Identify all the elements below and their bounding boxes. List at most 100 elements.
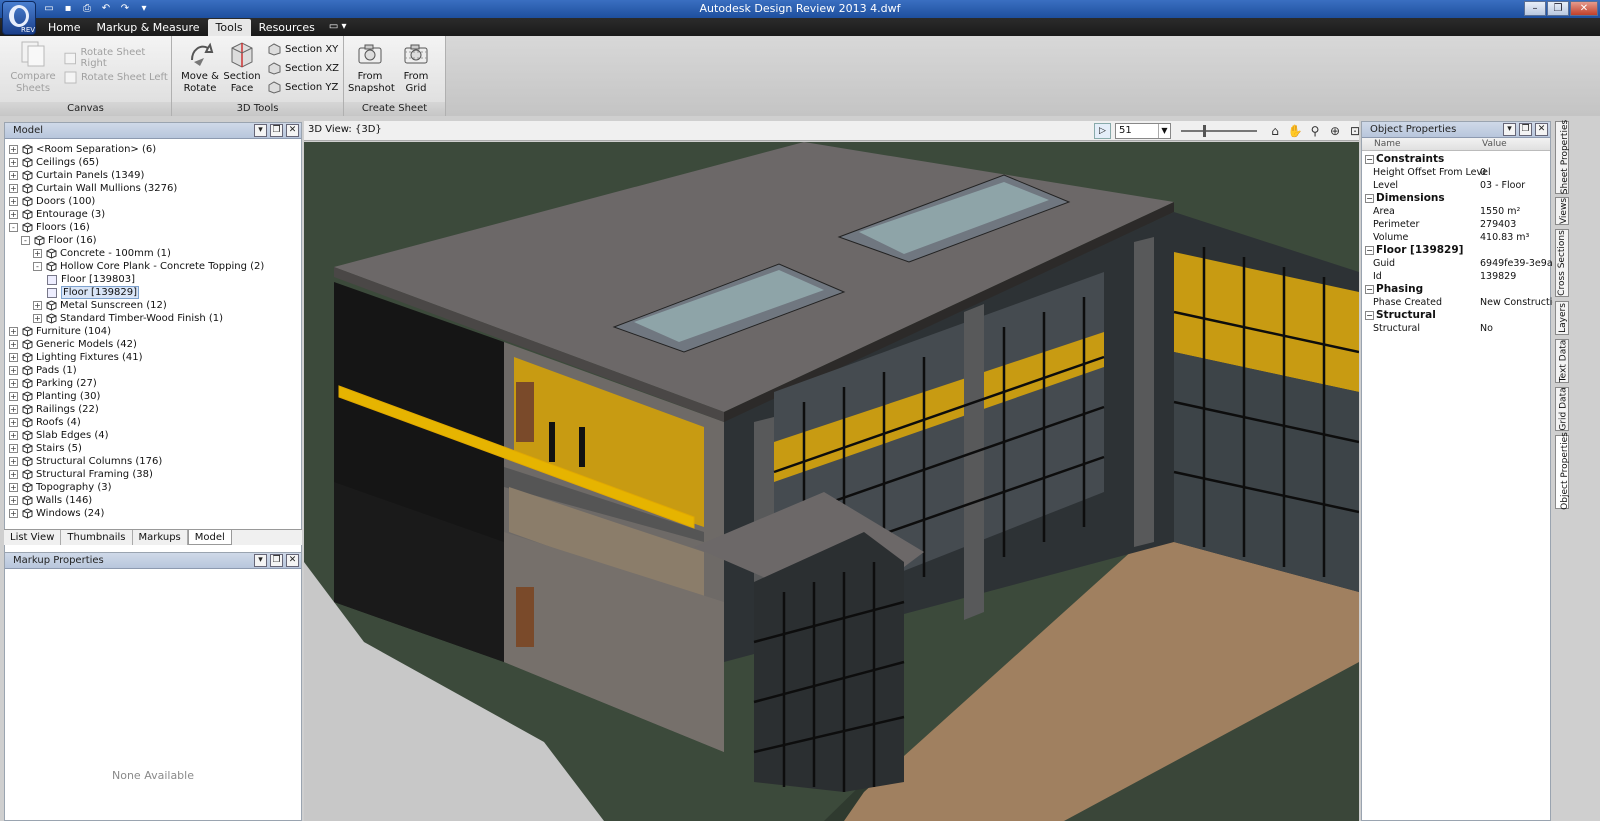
panel-float-icon[interactable]: ❐: [1519, 123, 1532, 136]
expand-icon[interactable]: +: [9, 145, 18, 154]
collapse-icon[interactable]: −: [1365, 155, 1374, 164]
tab-list-view[interactable]: List View: [4, 530, 62, 545]
tab-sheet-properties[interactable]: Sheet Properties: [1555, 120, 1570, 194]
tab-thumbnails[interactable]: Thumbnails: [61, 530, 133, 545]
expand-icon[interactable]: +: [33, 301, 42, 310]
tab-markups[interactable]: Markups: [133, 530, 188, 545]
panel-float-icon[interactable]: ❐: [270, 554, 283, 567]
tab-markup-measure[interactable]: Markup & Measure: [88, 19, 207, 36]
3d-viewport[interactable]: [304, 142, 1359, 821]
zoom-combobox[interactable]: 51 ▼: [1115, 123, 1171, 139]
expand-icon[interactable]: +: [9, 392, 18, 401]
section-xy-button[interactable]: Section XY: [268, 41, 338, 57]
restore-button[interactable]: ❐: [1547, 1, 1569, 16]
move-rotate-button[interactable]: Move & Rotate: [178, 40, 222, 95]
tree-item[interactable]: + Doors (100): [5, 195, 301, 208]
expand-icon[interactable]: +: [9, 405, 18, 414]
property-row[interactable]: Phase Created New Construction: [1362, 296, 1564, 309]
expand-icon[interactable]: +: [9, 353, 18, 362]
collapse-icon[interactable]: −: [1365, 285, 1374, 294]
expand-icon[interactable]: +: [9, 431, 18, 440]
expand-icon[interactable]: +: [9, 171, 18, 180]
expand-icon[interactable]: +: [9, 327, 18, 336]
tree-item[interactable]: + Planting (30): [5, 390, 301, 403]
tree-item[interactable]: Floor [139829]: [5, 286, 301, 299]
property-row[interactable]: Id 139829: [1362, 270, 1550, 283]
column-value[interactable]: Value: [1482, 139, 1507, 149]
collapse-icon[interactable]: -: [9, 223, 18, 232]
property-row[interactable]: Area 1550 m²: [1362, 205, 1550, 218]
expand-icon[interactable]: +: [9, 158, 18, 167]
expand-icon[interactable]: +: [9, 509, 18, 518]
pan-icon[interactable]: ✋: [1287, 123, 1303, 139]
tree-item[interactable]: + Structural Columns (176): [5, 455, 301, 468]
collapse-icon[interactable]: −: [1365, 311, 1374, 320]
tree-item[interactable]: - Hollow Core Plank - Concrete Topping (2…: [5, 260, 301, 273]
compare-sheets-button[interactable]: Compare Sheets: [8, 40, 58, 95]
collapse-icon[interactable]: -: [33, 262, 42, 271]
property-category[interactable]: − Constraints: [1362, 153, 1550, 166]
tab-cross-sections[interactable]: Cross Sections: [1555, 229, 1569, 297]
tab-text-data[interactable]: Text Data: [1555, 339, 1569, 383]
tree-item[interactable]: + Structural Framing (38): [5, 468, 301, 481]
tab-resources[interactable]: Resources: [251, 19, 323, 36]
panel-close-icon[interactable]: ✕: [1535, 123, 1548, 136]
tree-item[interactable]: + Stairs (5): [5, 442, 301, 455]
tab-model[interactable]: Model: [187, 530, 232, 545]
expand-icon[interactable]: +: [9, 366, 18, 375]
property-row[interactable]: Guid 6949fe39-3e9a-4d: [1362, 257, 1568, 270]
tree-item[interactable]: + Generic Models (42): [5, 338, 301, 351]
from-snapshot-button[interactable]: From Snapshot: [348, 40, 395, 95]
tree-item[interactable]: + Curtain Wall Mullions (3276): [5, 182, 301, 195]
property-row[interactable]: Perimeter 279403: [1362, 218, 1550, 231]
expand-icon[interactable]: +: [9, 470, 18, 479]
tree-item[interactable]: + Entourage (3): [5, 208, 301, 221]
zoom-icon[interactable]: ⚲: [1307, 123, 1323, 139]
property-row[interactable]: Height Offset From Level 0: [1362, 166, 1550, 179]
property-row[interactable]: Structural No: [1362, 322, 1550, 335]
tab-home[interactable]: Home: [40, 19, 88, 36]
panel-options-icon[interactable]: ▾: [254, 124, 267, 137]
expand-icon[interactable]: +: [9, 184, 18, 193]
tree-item[interactable]: + Standard Timber-Wood Finish (1): [5, 312, 301, 325]
rotate-sheet-right-button[interactable]: Rotate Sheet Right: [64, 47, 171, 69]
tree-item[interactable]: + Railings (22): [5, 403, 301, 416]
close-button[interactable]: ✕: [1570, 1, 1598, 16]
panel-options-icon[interactable]: ▾: [1503, 123, 1516, 136]
collapse-icon[interactable]: −: [1365, 246, 1374, 255]
tree-item[interactable]: + Metal Sunscreen (12): [5, 299, 301, 312]
tree-item[interactable]: + Concrete - 100mm (1): [5, 247, 301, 260]
tab-views[interactable]: Views: [1555, 197, 1569, 225]
tree-item[interactable]: - Floor (16): [5, 234, 301, 247]
zoom-window-icon[interactable]: ⊕: [1327, 123, 1343, 139]
panel-close-icon[interactable]: ✕: [286, 554, 299, 567]
tab-tools[interactable]: Tools: [207, 19, 251, 36]
expand-icon[interactable]: +: [9, 340, 18, 349]
minimize-button[interactable]: –: [1524, 1, 1546, 16]
tree-item[interactable]: + Windows (24): [5, 507, 301, 520]
tree-item[interactable]: - Floors (16): [5, 221, 301, 234]
expand-icon[interactable]: +: [9, 210, 18, 219]
panel-float-icon[interactable]: ❐: [270, 124, 283, 137]
panel-options-icon[interactable]: ▾: [254, 554, 267, 567]
tree-item[interactable]: Floor [139803]: [5, 273, 301, 286]
tab-layers[interactable]: Layers: [1555, 301, 1569, 335]
property-category[interactable]: − Floor [139829]: [1362, 244, 1550, 257]
expand-icon[interactable]: +: [9, 379, 18, 388]
tree-item[interactable]: + Ceilings (65): [5, 156, 301, 169]
panel-close-icon[interactable]: ✕: [286, 124, 299, 137]
section-xz-button[interactable]: Section XZ: [268, 60, 339, 76]
column-name[interactable]: Name: [1374, 139, 1401, 149]
property-category[interactable]: − Phasing: [1362, 283, 1550, 296]
expand-icon[interactable]: +: [9, 444, 18, 453]
tree-item[interactable]: + Walls (146): [5, 494, 301, 507]
section-yz-button[interactable]: Section YZ: [268, 79, 338, 95]
tree-item[interactable]: + Topography (3): [5, 481, 301, 494]
tree-item[interactable]: + Parking (27): [5, 377, 301, 390]
tree-item[interactable]: + <Room Separation> (6): [5, 143, 301, 156]
ribbon-options-icon[interactable]: ▭ ▾: [323, 19, 353, 36]
property-row[interactable]: Level 03 - Floor: [1362, 179, 1550, 192]
tree-item[interactable]: + Curtain Panels (1349): [5, 169, 301, 182]
expand-icon[interactable]: +: [9, 457, 18, 466]
expand-icon[interactable]: +: [9, 483, 18, 492]
